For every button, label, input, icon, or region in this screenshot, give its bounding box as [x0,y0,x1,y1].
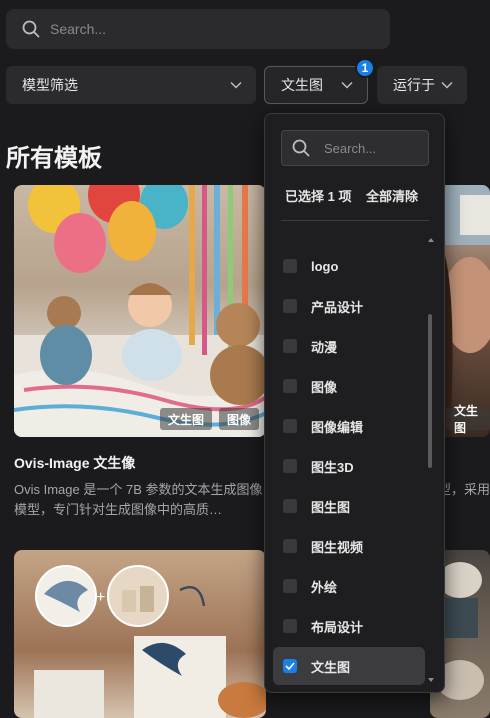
check-icon [285,662,295,670]
checkbox[interactable] [283,459,297,473]
runs-on-label: 运行于 [393,77,435,93]
option-layout-design[interactable]: 布局设计 [273,607,425,645]
category-filter-label: 文生图 [281,77,323,93]
option-anime[interactable]: 动漫 [273,327,425,365]
option-image-to-video[interactable]: 图生视频 [273,527,425,565]
search-icon [292,139,310,157]
option-image-to-image[interactable]: 图生图 [273,487,425,525]
template-card-description: Ovis Image 是一个 7B 参数的文本生成图像模型，专门针对生成图像中的… [14,482,263,517]
search-input[interactable]: Search... [6,9,390,49]
dropdown-search-input[interactable]: Search... [281,130,429,166]
model-filter-label: 模型筛选 [22,77,78,93]
checkbox[interactable] [283,619,297,633]
category-filter-menu: Search... 已选择 1 项 全部清除 logo 产品设计 动漫 图像 图… [264,113,445,693]
search-placeholder: Search... [50,21,107,37]
divider [281,220,429,221]
tag-badge: 图像 [219,408,260,430]
option-logo[interactable]: logo [273,247,425,285]
checkbox[interactable] [283,299,297,313]
chevron-down-icon [230,81,242,89]
option-image-edit[interactable]: 图像编辑 [273,407,425,445]
option-outpaint[interactable]: 外绘 [273,567,425,605]
category-filter-dropdown[interactable]: 文生图 [264,66,368,104]
template-card-image[interactable] [14,185,266,437]
checkbox[interactable] [283,539,297,553]
scroll-up-icon[interactable] [428,238,434,242]
checkbox[interactable] [283,259,297,273]
checkbox[interactable] [283,339,297,353]
tag-badge: 文生图 [160,408,213,430]
runs-on-dropdown[interactable]: 运行于 [377,66,467,104]
scrollbar[interactable] [428,314,432,468]
page-title: 所有模板 [6,145,102,172]
template-card-title[interactable]: Ovis-Image 文生像 [14,453,135,473]
option-image-to-3d[interactable]: 图生3D [273,447,425,485]
svg-text:+: + [96,589,105,606]
checkbox[interactable] [283,499,297,513]
tag-badge: 文生图 [446,404,490,435]
model-filter-dropdown[interactable]: 模型筛选 [6,66,256,104]
option-image[interactable]: 图像 [273,367,425,405]
option-text-to-image[interactable]: 文生图 [273,647,425,685]
search-icon [22,20,40,38]
checkbox[interactable] [283,579,297,593]
selected-summary: 已选择 1 项 [285,189,352,204]
chevron-down-icon [441,81,453,89]
scroll-down-icon[interactable] [428,678,434,682]
checkbox[interactable] [283,379,297,393]
checkbox[interactable] [283,419,297,433]
clear-all-button[interactable]: 全部清除 [366,186,418,205]
template-card-image[interactable]: + [14,550,266,718]
option-product-design[interactable]: 产品设计 [273,287,425,325]
checkbox-checked[interactable] [283,659,297,673]
selected-count-badge: 1 [355,58,375,78]
dropdown-search-placeholder: Search... [324,140,377,156]
chevron-down-icon [341,81,353,89]
